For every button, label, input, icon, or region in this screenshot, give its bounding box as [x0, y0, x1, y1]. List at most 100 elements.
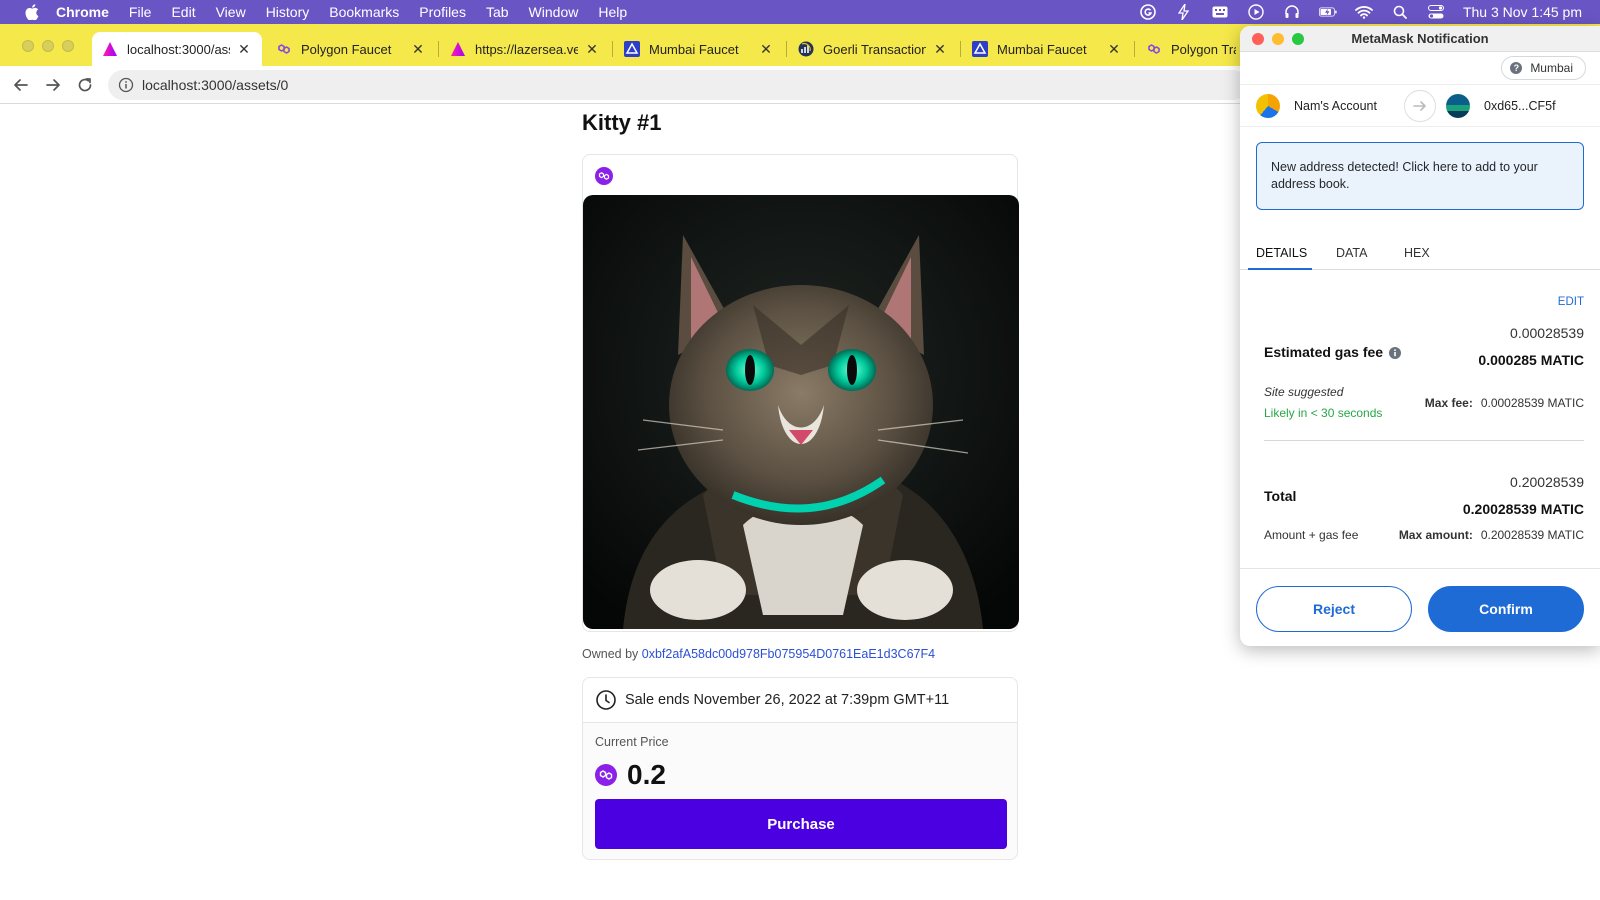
question-icon: ? — [1510, 62, 1523, 74]
sale-ends-row: Sale ends November 26, 2022 at 7:39pm GM… — [583, 678, 1017, 723]
new-address-notice[interactable]: New address detected! Click here to add … — [1256, 142, 1584, 210]
battery-icon[interactable] — [1318, 5, 1337, 19]
bolt-icon[interactable] — [1175, 4, 1193, 20]
confirm-button[interactable]: Confirm — [1428, 586, 1584, 632]
active-tab-indicator — [1248, 268, 1312, 270]
minimize-window-button[interactable] — [42, 40, 54, 52]
polygon-icon — [276, 41, 292, 57]
tab-separator — [1134, 41, 1135, 57]
total-label: Total — [1264, 488, 1297, 504]
keyboard-icon[interactable] — [1211, 5, 1229, 19]
tab-localhost-assets[interactable]: localhost:3000/assets/0 ✕ — [92, 32, 262, 66]
back-arrow-icon[interactable] — [10, 74, 32, 96]
close-tab-icon[interactable]: ✕ — [584, 41, 600, 58]
menu-window[interactable]: Window — [529, 4, 579, 20]
tab-data[interactable]: DATA — [1336, 246, 1367, 260]
lazersea-icon — [102, 41, 118, 57]
address-bar[interactable]: localhost:3000/assets/0 — [108, 70, 1248, 100]
maximize-window-button[interactable] — [1292, 33, 1304, 45]
gas-fee-label-text: Estimated gas fee — [1264, 344, 1384, 360]
clock-icon — [595, 689, 617, 711]
total-primary: 0.20028539 MATIC — [1462, 501, 1584, 517]
play-icon[interactable] — [1247, 4, 1265, 20]
purchase-button[interactable]: Purchase — [595, 799, 1007, 849]
arrow-right-icon — [1404, 90, 1436, 122]
max-fee-value: 0.00028539 MATIC — [1480, 396, 1584, 410]
tab-title: Polygon Transaction — [1171, 41, 1236, 57]
confirm-tabs: DETAILS DATA HEX — [1240, 238, 1600, 270]
info-icon[interactable] — [1389, 346, 1402, 359]
total-secondary: 0.20028539 — [1510, 474, 1584, 490]
headphones-icon[interactable] — [1283, 5, 1301, 19]
menu-bar-clock[interactable]: Thu 3 Nov 1:45 pm — [1463, 4, 1582, 20]
max-amount-value: 0.20028539 MATIC — [1480, 528, 1584, 542]
tab-separator — [438, 41, 439, 57]
apple-icon[interactable] — [20, 4, 44, 20]
to-account[interactable]: 0xd65...CF5f — [1446, 94, 1556, 118]
tab-hex[interactable]: HEX — [1404, 246, 1430, 260]
close-tab-icon[interactable]: ✕ — [1106, 41, 1122, 58]
tab-details[interactable]: DETAILS — [1256, 246, 1307, 260]
menu-bar-status-area: Thu 3 Nov 1:45 pm — [1139, 0, 1582, 24]
tab-goerli-transaction[interactable]: Goerli Transaction ✕ — [788, 32, 958, 66]
menu-chrome[interactable]: Chrome — [56, 4, 109, 20]
reject-button[interactable]: Reject — [1256, 586, 1412, 632]
menu-help[interactable]: Help — [598, 4, 627, 20]
tab-separator — [960, 41, 961, 57]
grammarly-icon[interactable] — [1139, 4, 1157, 20]
edit-gas-link[interactable]: EDIT — [1558, 296, 1584, 308]
window-controls — [22, 40, 74, 52]
etherscan-icon — [798, 41, 814, 57]
tab-polygon-faucet[interactable]: Polygon Faucet ✕ — [266, 32, 436, 66]
current-price-label: Current Price — [595, 735, 669, 749]
menu-profiles[interactable]: Profiles — [419, 4, 466, 20]
estimated-gas-fee-label: Estimated gas fee — [1264, 344, 1402, 360]
minimize-window-button[interactable] — [1272, 33, 1284, 45]
forward-arrow-icon[interactable] — [42, 74, 64, 96]
nft-image-cat[interactable] — [583, 195, 1019, 629]
close-tab-icon[interactable]: ✕ — [932, 41, 948, 58]
polygon-icon — [595, 764, 617, 786]
to-account-address: 0xd65...CF5f — [1484, 99, 1556, 113]
menu-file[interactable]: File — [129, 4, 152, 20]
tab-title: Mumbai Faucet — [997, 41, 1087, 57]
menu-history[interactable]: History — [266, 4, 310, 20]
asset-title: Kitty #1 — [582, 110, 662, 135]
max-amount-row: Max amount: 0.20028539 MATIC — [1399, 528, 1584, 542]
address-bar-url[interactable]: localhost:3000/assets/0 — [142, 77, 288, 93]
menu-bookmarks[interactable]: Bookmarks — [329, 4, 399, 20]
owner-address-link[interactable]: 0xbf2afA58dc00d978Fb075954D0761EaE1d3C67… — [642, 647, 935, 661]
gas-fee-primary: 0.000285 MATIC — [1478, 352, 1584, 368]
menu-edit[interactable]: Edit — [171, 4, 195, 20]
control-center-icon[interactable] — [1427, 5, 1445, 19]
menu-tab[interactable]: Tab — [486, 4, 509, 20]
network-selector[interactable]: ? Mumbai — [1501, 56, 1586, 80]
from-account[interactable]: Nam's Account — [1256, 94, 1377, 118]
menu-view[interactable]: View — [216, 4, 246, 20]
tab-mumbai-faucet[interactable]: Mumbai Faucet ✕ — [614, 32, 784, 66]
close-tab-icon[interactable]: ✕ — [758, 41, 774, 58]
network-row: ? Mumbai — [1240, 52, 1600, 85]
site-info-icon[interactable] — [118, 77, 134, 93]
close-window-button[interactable] — [22, 40, 34, 52]
tab-mumbai-faucet-2[interactable]: Mumbai Faucet ✕ — [962, 32, 1132, 66]
close-window-button[interactable] — [1252, 33, 1264, 45]
from-account-avatar — [1256, 94, 1280, 118]
close-tab-icon[interactable]: ✕ — [236, 41, 252, 58]
macos-menu-bar: Chrome File Edit View History Bookmarks … — [0, 0, 1600, 24]
section-divider — [1264, 440, 1584, 441]
tab-title: Goerli Transaction — [823, 41, 926, 57]
tab-lazersea-vercel[interactable]: https://lazersea.vercel.app ✕ — [440, 32, 610, 66]
footer-divider — [1240, 568, 1600, 569]
maximize-window-button[interactable] — [62, 40, 74, 52]
site-suggested-label[interactable]: Site suggested — [1264, 385, 1343, 399]
tab-polygon-transaction[interactable]: Polygon Transaction — [1136, 32, 1246, 66]
reload-icon[interactable] — [74, 74, 96, 96]
wifi-icon[interactable] — [1355, 5, 1373, 19]
metamask-titlebar: MetaMask Notification — [1240, 26, 1600, 52]
from-account-name: Nam's Account — [1294, 99, 1377, 113]
search-icon[interactable] — [1391, 5, 1409, 19]
close-tab-icon[interactable]: ✕ — [410, 41, 426, 58]
tab-title: localhost:3000/assets/0 — [127, 41, 230, 57]
max-amount-label: Max amount: — [1398, 528, 1473, 542]
